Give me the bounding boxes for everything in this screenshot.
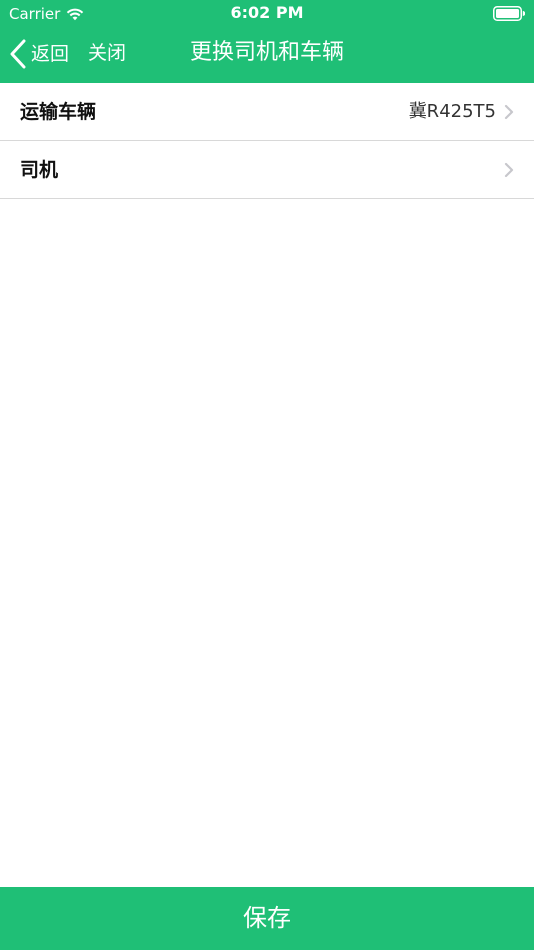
status-time: 6:02 PM bbox=[230, 3, 304, 22]
chevron-left-icon bbox=[10, 39, 26, 69]
row-vehicle[interactable]: 运输车辆 冀R425T5 bbox=[0, 83, 534, 141]
back-label: 返回 bbox=[31, 43, 70, 65]
row-vehicle-label: 运输车辆 bbox=[20, 100, 97, 123]
back-button[interactable]: 返回 bbox=[9, 38, 69, 70]
chevron-right-icon bbox=[504, 162, 514, 177]
row-vehicle-value: 冀R425T5 bbox=[408, 100, 496, 122]
save-button[interactable]: 保存 bbox=[0, 887, 534, 950]
chevron-right-icon bbox=[504, 104, 514, 119]
settings-list: 运输车辆 冀R425T5 司机 bbox=[0, 83, 534, 199]
page-title: 更换司机和车辆 bbox=[189, 40, 344, 65]
row-driver[interactable]: 司机 bbox=[0, 141, 534, 199]
screen: Carrier 6:02 PM 返回 关闭 更换司机和车辆 运输车辆 冀R425… bbox=[0, 0, 534, 950]
close-button[interactable]: 关闭 bbox=[88, 42, 126, 64]
status-bar: Carrier 6:02 PM bbox=[0, 0, 534, 28]
row-driver-label: 司机 bbox=[20, 158, 59, 181]
battery-icon bbox=[493, 6, 525, 21]
nav-bar: 返回 关闭 更换司机和车辆 bbox=[0, 28, 534, 83]
header: Carrier 6:02 PM 返回 关闭 更换司机和车辆 bbox=[0, 0, 534, 83]
